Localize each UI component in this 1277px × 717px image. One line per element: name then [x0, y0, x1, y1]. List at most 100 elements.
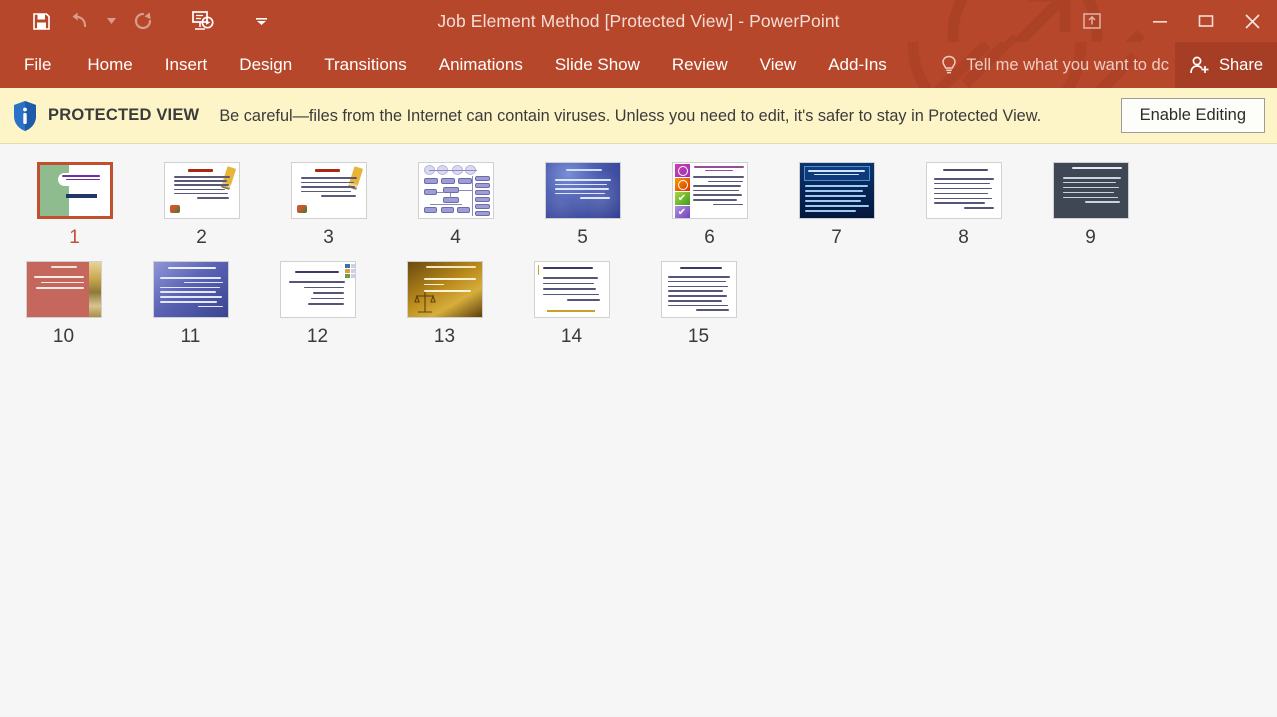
slide13-heading	[425, 266, 476, 268]
close-button[interactable]	[1229, 0, 1275, 42]
undo-button[interactable]	[60, 6, 98, 36]
slide-cell-11[interactable]: 11	[127, 261, 254, 348]
tab-animations[interactable]: Animations	[423, 42, 539, 88]
slide9-heading	[1071, 167, 1122, 170]
slide-cell-14[interactable]: 14	[508, 261, 635, 348]
slide-cell-3[interactable]: 3	[265, 162, 392, 249]
slide14-accent-left	[537, 265, 539, 275]
slide13-body	[423, 278, 476, 292]
slide-thumbnail-13[interactable]	[406, 261, 483, 318]
slide-number-5: 5	[577, 227, 588, 248]
slide-cell-2[interactable]: 2	[138, 162, 265, 249]
share-button[interactable]: Share	[1174, 42, 1277, 88]
ribbon-display-options-button[interactable]	[1069, 0, 1115, 42]
chevron-down-icon	[106, 18, 116, 24]
slide14-accent-bottom	[546, 310, 595, 312]
slide-thumbnail-10[interactable]	[25, 261, 102, 318]
slide8-body	[933, 178, 994, 209]
slide-cell-4[interactable]: 4	[392, 162, 519, 249]
slide-thumbnail-3[interactable]	[290, 162, 367, 219]
slide-number-12: 12	[306, 326, 329, 347]
slide-thumbnail-6[interactable]: ✔ ✔	[671, 162, 748, 219]
protected-view-message: Be careful—files from the Internet can c…	[219, 106, 1042, 125]
tab-view[interactable]: View	[744, 42, 813, 88]
slide6-icon-check-green: ✔	[674, 192, 690, 205]
tell-me-text: Tell me what you want to dc	[966, 55, 1169, 74]
slide-sorter-pane[interactable]: 1 2 3 4 5 ✔ ✔ 6 7 8 9 10 11 12 13 14 15	[0, 144, 1277, 715]
slide-thumbnail-9[interactable]	[1052, 162, 1129, 219]
slide-cell-7[interactable]: 7	[773, 162, 900, 249]
slide-cell-15[interactable]: 15	[635, 261, 762, 348]
slide9-body	[1062, 177, 1121, 204]
slide-grid: 1 2 3 4 5 ✔ ✔ 6 7 8 9 10 11 12 13 14 15	[0, 162, 1277, 360]
slide-cell-10[interactable]: 10	[0, 261, 127, 348]
slide-thumbnail-1[interactable]	[36, 162, 113, 219]
start-slideshow-button[interactable]	[184, 6, 222, 36]
slide3-stamp-image	[296, 205, 307, 213]
tab-insert[interactable]: Insert	[149, 42, 224, 88]
protected-view-icon-wrap	[10, 100, 40, 132]
slide-thumbnail-5[interactable]	[544, 162, 621, 219]
slide14-heading	[542, 267, 593, 269]
quick-access-toolbar	[0, 6, 274, 36]
slide-cell-8[interactable]: 8	[900, 162, 1027, 249]
slide-thumbnail-11[interactable]	[152, 261, 229, 318]
tab-slide-show[interactable]: Slide Show	[539, 42, 656, 88]
slide-cell-6[interactable]: ✔ ✔ 6	[646, 162, 773, 249]
slide6-body	[692, 176, 744, 206]
tab-add-ins[interactable]: Add-Ins	[812, 42, 903, 88]
slide-cell-9[interactable]: 9	[1027, 162, 1154, 249]
slide7-title-box	[803, 166, 870, 181]
minimize-button[interactable]	[1137, 0, 1183, 42]
lightbulb-icon	[942, 55, 957, 74]
redo-button[interactable]	[124, 6, 162, 36]
undo-icon	[72, 12, 87, 28]
slide11-heading	[167, 267, 216, 270]
slide-thumbnail-15[interactable]	[660, 261, 737, 318]
tell-me-search[interactable]: Tell me what you want to dc	[941, 55, 1175, 75]
enable-editing-button[interactable]: Enable Editing	[1120, 98, 1265, 133]
slide3-heading	[308, 169, 348, 172]
slide11-body	[159, 277, 224, 308]
slide6-icon-clock	[674, 164, 690, 177]
slide-cell-12[interactable]: 12	[254, 261, 381, 348]
slide-thumbnail-14[interactable]	[533, 261, 610, 318]
ribbon-options-icon	[1083, 13, 1101, 29]
slide-thumbnail-4[interactable]	[417, 162, 494, 219]
slide10-body	[33, 276, 84, 289]
slide6-icon-check-purple: ✔	[674, 206, 690, 218]
tab-design[interactable]: Design	[223, 42, 308, 88]
slide-cell-5[interactable]: 5	[519, 162, 646, 249]
slide8-heading	[942, 169, 988, 171]
chevron-down-icon	[255, 17, 267, 25]
save-button[interactable]	[22, 6, 60, 36]
undo-dropdown-button[interactable]	[98, 6, 124, 36]
protected-view-bar: PROTECTED VIEW Be careful—files from the…	[0, 88, 1277, 144]
slide1-title-text	[61, 175, 100, 181]
slide4-flowchart	[419, 163, 493, 218]
customize-qat-button[interactable]	[248, 6, 274, 36]
slide-number-6: 6	[704, 227, 715, 248]
tab-file[interactable]: File	[0, 42, 71, 88]
slide-thumbnail-12[interactable]	[279, 261, 356, 318]
slide-cell-1[interactable]: 1	[11, 162, 138, 249]
close-icon	[1244, 13, 1260, 29]
slide-thumbnail-7[interactable]	[798, 162, 875, 219]
title-bar: Job Element Method [Protected View] - Po…	[0, 0, 1277, 42]
slide12-body	[288, 281, 345, 305]
person-add-icon	[1190, 56, 1209, 74]
info-shield-icon	[14, 100, 36, 131]
slide-thumbnail-8[interactable]	[925, 162, 1002, 219]
slide-thumbnail-2[interactable]	[163, 162, 240, 219]
restore-button[interactable]	[1183, 0, 1229, 42]
slide2-heading	[179, 169, 223, 172]
slide-cell-13[interactable]: 13	[381, 261, 508, 348]
tab-transitions[interactable]: Transitions	[308, 42, 423, 88]
protected-view-label: PROTECTED VIEW	[48, 106, 200, 124]
tab-review[interactable]: Review	[656, 42, 744, 88]
slide15-body	[667, 276, 730, 312]
slide1-accent-bar	[66, 193, 97, 198]
tab-home[interactable]: Home	[71, 42, 148, 88]
slide-number-3: 3	[323, 227, 334, 248]
slide6-icon-target	[674, 178, 690, 191]
